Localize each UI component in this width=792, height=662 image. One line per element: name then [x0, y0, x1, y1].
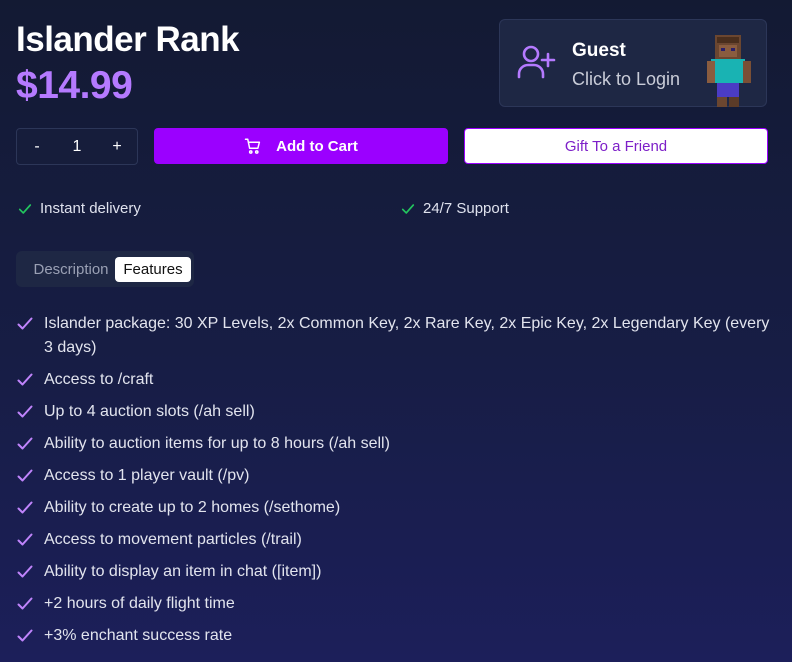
feature-text: Access to 1 player vault (/pv): [44, 467, 250, 484]
check-icon: [17, 501, 33, 514]
add-to-cart-label: Add to Cart: [276, 137, 358, 155]
feature-text: +3% enchant success rate: [44, 627, 233, 644]
feature-text: Ability to create up to 2 homes (/sethom…: [44, 499, 341, 516]
check-icon: [17, 565, 33, 578]
check-icon: [17, 437, 33, 450]
user-name: Guest: [572, 40, 626, 61]
feature-text: Islander package: 30 XP Levels, 2x Commo…: [44, 315, 770, 356]
quantity-decrease-button[interactable]: -: [17, 129, 57, 164]
quantity-increase-button[interactable]: +: [97, 129, 137, 164]
tab-features[interactable]: Features: [115, 257, 191, 282]
feature-item: Access to 1 player vault (/pv): [17, 464, 777, 488]
feature-text: +2 hours of daily flight time: [44, 595, 235, 612]
feature-item: Access to /craft: [17, 368, 777, 392]
feature-text: Ability to auction items for up to 8 hou…: [44, 435, 390, 452]
perk-label: 24/7 Support: [423, 200, 509, 217]
feature-item: Ability to create up to 2 homes (/sethom…: [17, 496, 777, 520]
check-icon: [401, 203, 415, 214]
cart-icon: [244, 138, 261, 154]
feature-item: Up to 4 auction slots (/ah sell): [17, 400, 777, 424]
add-user-icon: [517, 45, 556, 79]
feature-text: Access to /craft: [44, 371, 154, 388]
feature-item: Ability to auction items for up to 8 hou…: [17, 432, 777, 456]
feature-item: +2 hours of daily flight time: [17, 592, 777, 616]
check-icon: [17, 597, 33, 610]
perk-instant-delivery: Instant delivery: [18, 200, 141, 217]
feature-item: +3% enchant success rate: [17, 624, 777, 648]
check-icon: [17, 405, 33, 418]
login-link[interactable]: Click to Login: [572, 69, 680, 90]
perk-support: 24/7 Support: [401, 200, 509, 217]
feature-text: Access to movement particles (/trail): [44, 531, 302, 548]
check-icon: [17, 469, 33, 482]
user-login-card[interactable]: Guest Click to Login: [499, 19, 767, 107]
perk-label: Instant delivery: [40, 200, 141, 217]
player-skin-avatar: [707, 35, 751, 107]
check-icon: [17, 533, 33, 546]
check-icon: [18, 203, 32, 214]
feature-text: Ability to display an item in chat ([ite…: [44, 563, 322, 580]
check-icon: [17, 629, 33, 642]
gift-to-friend-button[interactable]: Gift To a Friend: [464, 128, 768, 164]
feature-item: Islander package: 30 XP Levels, 2x Commo…: [17, 312, 777, 360]
feature-item: Access to movement particles (/trail): [17, 528, 777, 552]
gift-label: Gift To a Friend: [564, 137, 668, 155]
tab-bar: Description Features: [16, 251, 194, 287]
feature-text: Up to 4 auction slots (/ah sell): [44, 403, 255, 420]
quantity-stepper: - 1 +: [16, 128, 138, 165]
tab-description[interactable]: Description: [22, 257, 120, 282]
add-to-cart-button[interactable]: Add to Cart: [154, 128, 448, 164]
feature-list: Islander package: 30 XP Levels, 2x Commo…: [17, 312, 777, 656]
feature-item: Ability to display an item in chat ([ite…: [17, 560, 777, 584]
check-icon: [17, 317, 33, 330]
check-icon: [17, 373, 33, 386]
quantity-value[interactable]: 1: [57, 129, 97, 164]
product-price: $14.99: [16, 64, 133, 107]
product-title: Islander Rank: [16, 20, 240, 59]
